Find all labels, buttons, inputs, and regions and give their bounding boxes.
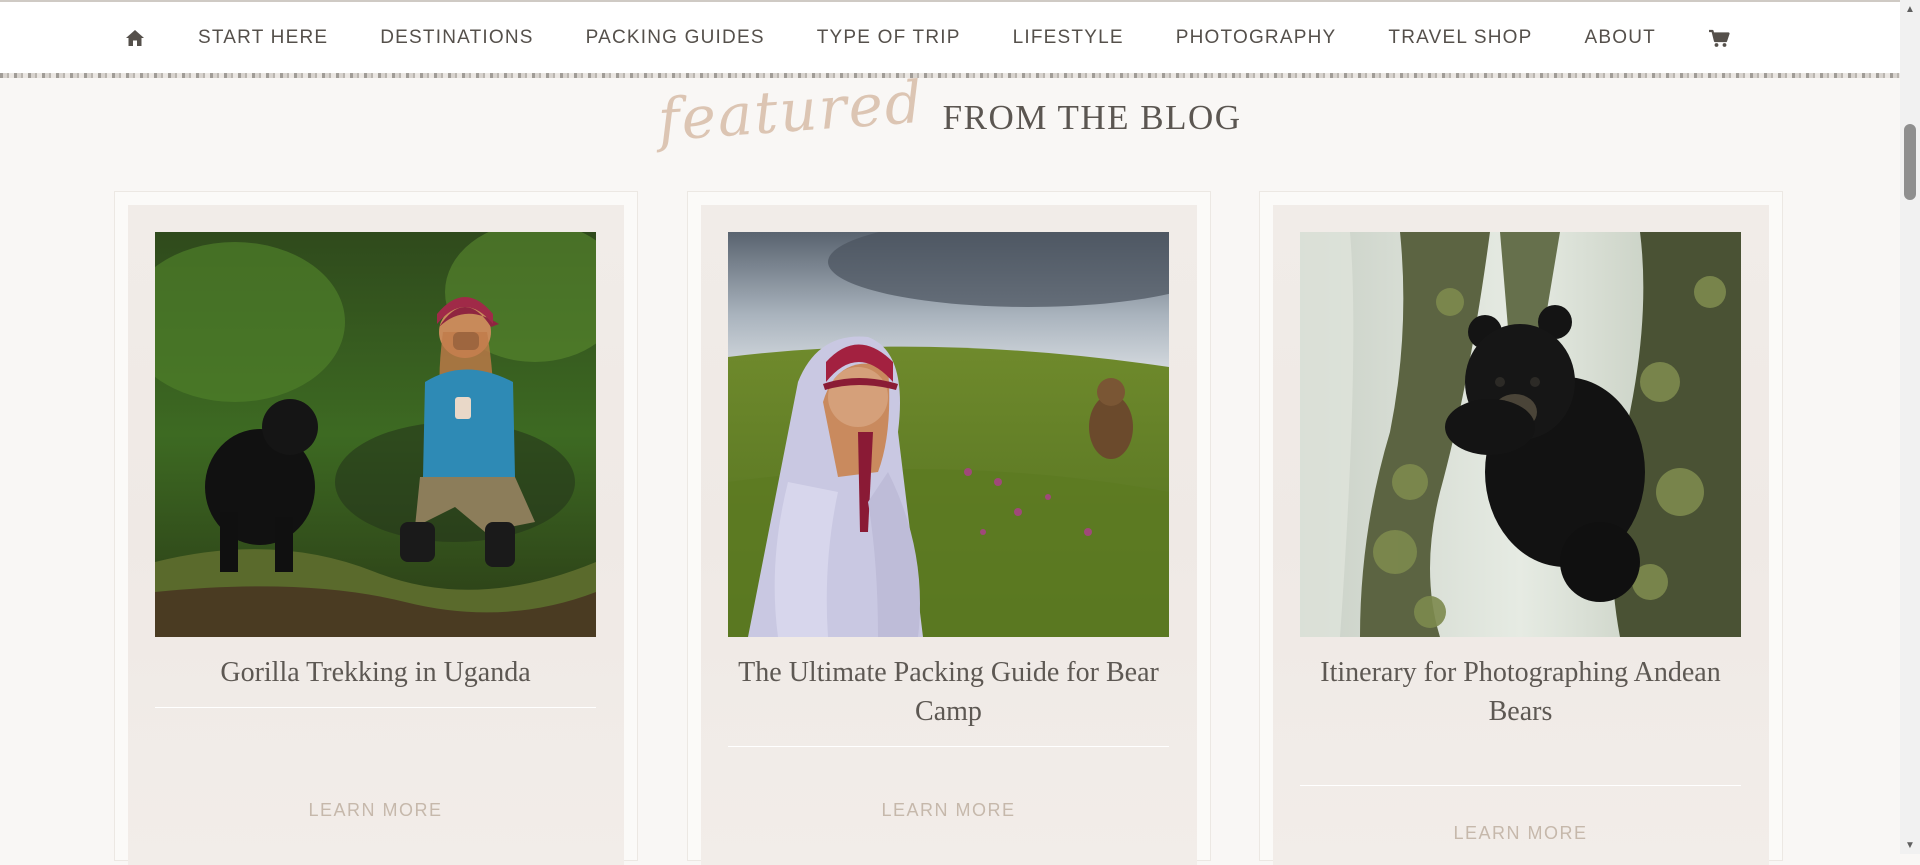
nav-packing-guides[interactable]: PACKING GUIDES bbox=[586, 27, 765, 49]
card-image-bear-camp[interactable] bbox=[728, 232, 1169, 637]
nav-about[interactable]: ABOUT bbox=[1585, 27, 1656, 49]
nav-type-of-trip[interactable]: TYPE OF TRIP bbox=[817, 27, 961, 49]
card-panel: Itinerary for Photographing Andean Bears… bbox=[1273, 205, 1769, 865]
card-divider bbox=[728, 746, 1169, 747]
card-divider bbox=[155, 707, 596, 708]
home-icon[interactable] bbox=[124, 27, 146, 49]
card-title[interactable]: The Ultimate Packing Guide for Bear Camp bbox=[728, 653, 1169, 731]
blog-card-gorilla: Gorilla Trekking in Uganda LEARN MORE bbox=[114, 191, 638, 865]
card-divider bbox=[1300, 785, 1741, 786]
scroll-down-arrow-icon[interactable]: ▼ bbox=[1900, 836, 1920, 854]
card-title[interactable]: Gorilla Trekking in Uganda bbox=[155, 653, 596, 692]
card-image-andean-bears[interactable] bbox=[1300, 232, 1741, 637]
learn-more-link[interactable]: LEARN MORE bbox=[1300, 823, 1741, 844]
heading-script-text: featured bbox=[656, 67, 927, 155]
scrollbar-thumb[interactable] bbox=[1904, 124, 1916, 200]
main-nav: START HERE DESTINATIONS PACKING GUIDES T… bbox=[124, 2, 1730, 74]
card-title[interactable]: Itinerary for Photographing Andean Bears bbox=[1300, 653, 1741, 731]
scroll-up-arrow-icon[interactable]: ▲ bbox=[1900, 0, 1920, 18]
page-scrollbar[interactable]: ▲ ▼ bbox=[1900, 0, 1920, 854]
section-heading: featured FROM THE BLOG bbox=[0, 67, 1900, 160]
nav-destinations[interactable]: DESTINATIONS bbox=[380, 27, 533, 49]
nav-start-here[interactable]: START HERE bbox=[198, 27, 328, 49]
site-header: START HERE DESTINATIONS PACKING GUIDES T… bbox=[0, 0, 1900, 78]
learn-more-link[interactable]: LEARN MORE bbox=[728, 800, 1169, 821]
nav-lifestyle[interactable]: LIFESTYLE bbox=[1013, 27, 1124, 49]
shopping-cart-icon[interactable] bbox=[1708, 27, 1730, 49]
section-title: FROM THE BLOG bbox=[942, 98, 1242, 137]
card-image-gorilla[interactable] bbox=[155, 232, 596, 637]
card-panel: The Ultimate Packing Guide for Bear Camp… bbox=[701, 205, 1197, 865]
card-panel: Gorilla Trekking in Uganda LEARN MORE bbox=[128, 205, 624, 865]
blog-card-andean-bears: Itinerary for Photographing Andean Bears… bbox=[1259, 191, 1783, 865]
nav-travel-shop[interactable]: TRAVEL SHOP bbox=[1388, 27, 1532, 49]
learn-more-link[interactable]: LEARN MORE bbox=[155, 800, 596, 821]
blog-card-bear-camp: The Ultimate Packing Guide for Bear Camp… bbox=[687, 191, 1211, 865]
nav-photography[interactable]: PHOTOGRAPHY bbox=[1176, 27, 1337, 49]
